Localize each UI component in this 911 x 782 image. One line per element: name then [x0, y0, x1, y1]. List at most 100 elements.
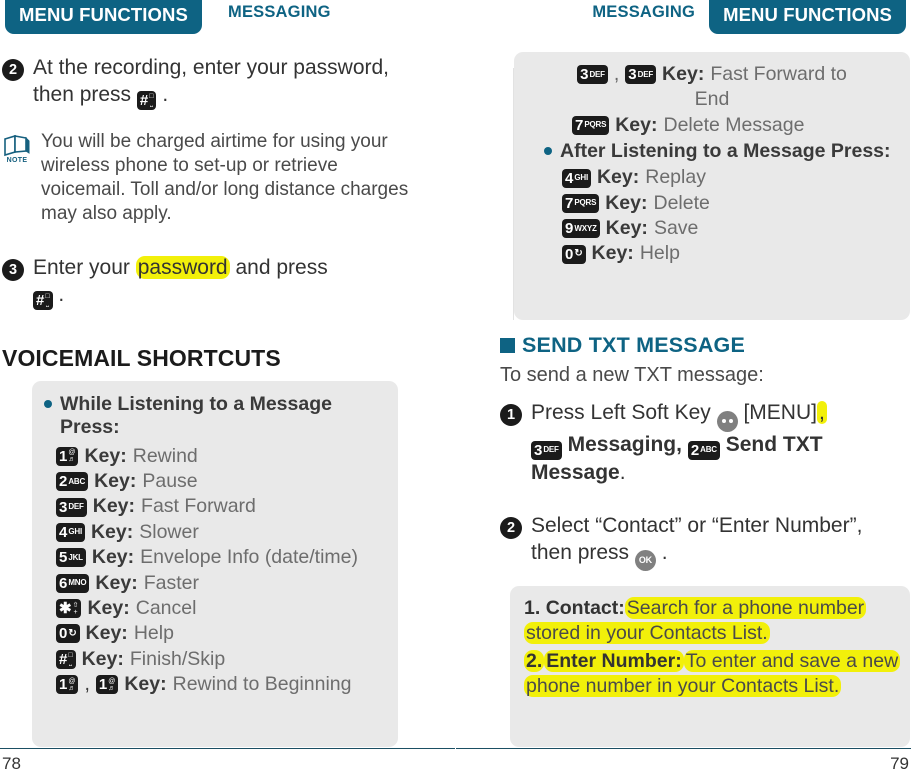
key-5-icon: 5 JKL: [56, 548, 86, 568]
key-6-icon: 6 MNO: [56, 573, 90, 593]
key-4-icon: 4 GHI: [562, 168, 591, 188]
left-soft-key-icon: [716, 410, 738, 432]
key-value: Faster: [143, 571, 199, 594]
left-footer: 78: [0, 748, 455, 782]
note-text: You will be charged airtime for using yo…: [41, 131, 409, 224]
key-label: Key:: [94, 470, 137, 493]
key-label: Key:: [84, 444, 127, 467]
key-value: Replay: [645, 166, 706, 189]
key-row: 7 PQRS Key: Delete: [562, 191, 902, 216]
step-1-text-c: Messaging,: [567, 432, 682, 456]
right-footer: 79: [456, 748, 911, 782]
key-row: 0 ↻ Key: Help: [562, 241, 902, 266]
option-term: Enter Number:: [544, 649, 684, 672]
key-value: Delete Message: [663, 113, 805, 136]
key-value: Finish/Skip: [129, 647, 226, 670]
section-square-icon: [500, 338, 515, 353]
left-messaging-kicker: MESSAGING: [228, 3, 331, 21]
key-row: 2 ABC Key: Pause: [56, 469, 388, 494]
key-1-icon: 1 @ ♬: [56, 446, 79, 466]
key-star-icon: ✱ ⇧ +: [56, 599, 82, 619]
key-3-icon: 3 DEF: [56, 497, 87, 517]
key-row-continuation: End: [522, 87, 902, 112]
after-listening-bullet: After Listening to a Message Press:: [544, 140, 902, 163]
key-1-icon: 1 @ ♬: [56, 675, 79, 695]
key-3-icon: 3 DEF: [531, 440, 562, 460]
key-row: 9 WXYZ Key: Save: [562, 216, 902, 241]
option-term: Contact:: [545, 597, 625, 619]
key-separator: ,: [84, 672, 90, 695]
key-0-icon: 0 ↻: [562, 244, 586, 264]
key-label: Key:: [81, 647, 124, 670]
bullet-dot-icon: [544, 147, 552, 156]
key-row: # □ ⎵ Key: Finish/Skip: [56, 647, 388, 672]
right-page: MESSAGING MENU FUNCTIONS 3 DEF , 3 DEF Key…: [456, 0, 911, 782]
key-label: Key:: [85, 622, 128, 645]
key-value: Fast Forward to: [710, 63, 847, 85]
step-1-period: .: [619, 460, 626, 484]
step-text: At the recording, enter your password, t…: [33, 55, 417, 110]
key-9-icon: 9 WXYZ: [562, 219, 600, 239]
key-2-icon: 2 ABC: [687, 440, 720, 460]
key-value: Pause: [142, 470, 198, 493]
voicemail-shortcuts-heading: VOICEMAIL SHORTCUTS: [2, 345, 281, 371]
key-value-continued: End: [694, 88, 730, 111]
step-number-badge: 2: [2, 59, 24, 81]
voicemail-shortcuts-box: While Listening to a Message Press: 1 @ ♬ …: [32, 381, 398, 747]
key-value: Cancel: [135, 596, 197, 619]
manual-page-spread: MENU FUNCTIONS MESSAGING 2 At the record…: [0, 0, 911, 782]
step-text: Select “Contact” or “Enter Number”, then…: [531, 513, 900, 572]
key-row: 0 ↻ Key: Help: [56, 621, 388, 646]
key-row: ✱ ⇧ + Key: Cancel: [56, 596, 388, 621]
hash-key-icon: # □ ⎵: [33, 290, 53, 310]
key-label: Key:: [615, 113, 658, 136]
key-value: Fast Forward: [141, 495, 256, 518]
left-key-rows: 1 @ ♬ Key: Rewind 2 ABC Key: Pause 3 DEF Key…: [56, 444, 388, 697]
key-row: 4 GHI Key: Slower: [56, 520, 388, 545]
key-label: Key:: [95, 571, 138, 594]
key-2-icon: 2 ABC: [56, 472, 89, 492]
key-label: Key:: [124, 672, 167, 695]
key-row: 1 @ ♬ Key: Rewind: [56, 444, 388, 469]
step-2-period: .: [661, 540, 668, 564]
key-row: 3 DEF , 3 DEF Key: Fast Forward to: [522, 62, 902, 87]
right-step-2: 2 Select “Contact” or “Enter Number”, th…: [500, 513, 900, 572]
hash-key-icon: # □ ⎵: [56, 649, 76, 669]
step-1-text-a: Press Left Soft Key: [531, 401, 711, 424]
right-key-rows: 4 GHI Key: Replay 7 PQRS Key: Delete 9 WXYZ…: [562, 165, 902, 266]
option-number: 2.: [524, 649, 545, 672]
key-label: Key:: [92, 495, 136, 518]
right-running-head: MESSAGING MENU FUNCTIONS: [456, 0, 911, 40]
option-number: 1.: [524, 597, 541, 619]
key-label: Key:: [591, 242, 634, 265]
key-label: Key:: [91, 546, 135, 569]
key-1-icon: 1 @ ♬: [95, 675, 119, 695]
left-menu-functions-tab: MENU FUNCTIONS: [5, 0, 202, 34]
key-value: Help: [133, 622, 174, 645]
heading-label: SEND TXT MESSAGE: [522, 333, 746, 357]
key-row: 1 @ ♬ , 1 @ ♬ Key: Rewind to Beginning: [56, 672, 388, 697]
key-label: Key:: [662, 63, 705, 85]
send-txt-message-heading: SEND TXT MESSAGE: [500, 333, 745, 358]
note-book-icon: NOTE: [2, 134, 32, 164]
key-value: Rewind to Beginning: [172, 672, 352, 695]
key-value: Delete: [653, 191, 710, 214]
highlighted-password-term: password: [135, 256, 230, 279]
bullet-label: While Listening to a Message Press:: [60, 393, 332, 439]
right-messaging-kicker: MESSAGING: [592, 3, 695, 21]
key-4-icon: 4 GHI: [56, 522, 85, 542]
step-number-badge: 2: [500, 517, 522, 539]
option-item-enter-number: 2. Enter Number: To enter and save a new p…: [524, 649, 902, 700]
key-7-icon: 7 PQRS: [562, 193, 600, 213]
send-txt-intro: To send a new TXT message:: [500, 364, 764, 386]
key-row: 6 MNO Key: Faster: [56, 571, 388, 596]
key-value: Slower: [139, 520, 199, 543]
step-3-text-b: and press: [235, 256, 328, 279]
note-block: NOTE You will be charged airtime for usi…: [2, 130, 414, 226]
key-value: Help: [639, 242, 680, 265]
right-menu-functions-tab: MENU FUNCTIONS: [709, 0, 906, 34]
highlighted-comma: ,: [816, 401, 827, 424]
key-3-icon: 3 DEF: [577, 65, 608, 85]
key-0-icon: 0 ↻: [56, 624, 80, 644]
step-3-text-a: Enter your: [33, 256, 130, 279]
